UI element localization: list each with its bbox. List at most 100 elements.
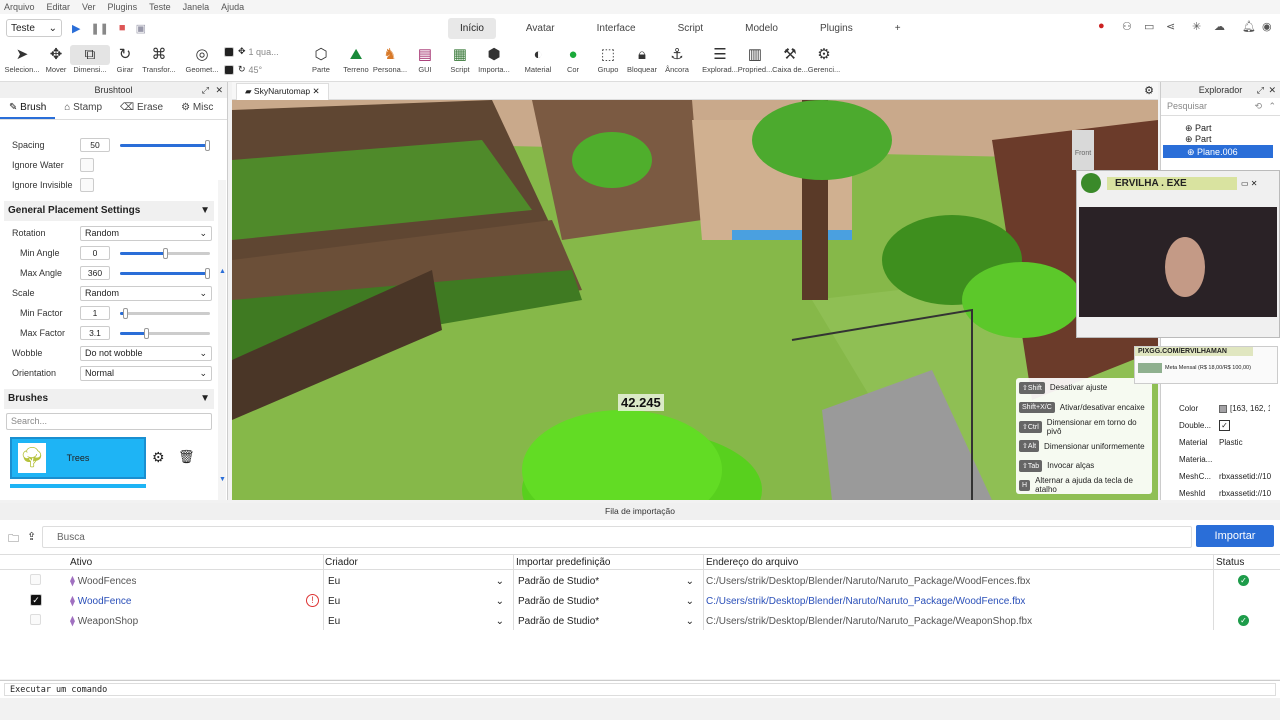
popout-icon[interactable]: ⤢ <box>202 82 209 98</box>
explorer-search-input[interactable]: Pesquisar ⟲ ⌃ <box>1161 98 1280 116</box>
tab-home[interactable]: Início <box>448 18 496 39</box>
move-snap-checkbox[interactable] <box>224 46 234 57</box>
color-button[interactable]: ● Cor <box>553 45 593 74</box>
tab-plugins[interactable]: Plugins <box>808 18 865 39</box>
play-icon[interactable]: ▶ <box>72 22 80 35</box>
slider-handle[interactable] <box>163 247 168 259</box>
tab-skynarutomap[interactable]: ▰ SkyNarutomap ✕ <box>236 83 329 100</box>
rotation-select[interactable]: Random ⌄ <box>80 225 212 241</box>
settings-icon[interactable]: ⚙ <box>1144 84 1154 97</box>
stop-icon[interactable]: ■ <box>119 22 126 34</box>
table-row[interactable]: ✓ ⧫ WoodFence ! Eu ⌄ Padrão de Studio* ⌄ C… <box>0 591 1280 611</box>
max-factor-input[interactable]: 3.1 <box>80 326 110 340</box>
min-factor-input[interactable]: 1 <box>80 306 110 320</box>
cloud-icon[interactable]: ☁ <box>1214 20 1225 33</box>
device-icon[interactable]: ▣ <box>136 22 146 35</box>
character-button[interactable]: ♞ Persona... <box>370 45 410 74</box>
slider-handle[interactable] <box>122 307 128 319</box>
add-tab-icon[interactable]: + <box>883 18 913 39</box>
explorer-item-selected[interactable]: ⊕ Plane.006 <box>1163 145 1273 158</box>
preset-select[interactable]: Padrão de Studio* ⌄ <box>518 573 694 589</box>
menu-file[interactable]: Arquivo <box>4 2 35 12</box>
column-status[interactable]: Status <box>1216 557 1244 568</box>
chevron-up-icon[interactable]: ⌃ <box>1268 101 1276 112</box>
command-input[interactable]: Executar um comando <box>4 683 1276 696</box>
transform-tool-button[interactable]: ⌘ Transfor... <box>139 45 179 74</box>
tab-stamp[interactable]: ⌂ Stamp <box>55 98 111 119</box>
history-icon[interactable]: ⟲ <box>1254 101 1262 112</box>
creator-select[interactable]: Eu ⌄ <box>328 573 504 589</box>
orientation-select[interactable]: Normal ⌄ <box>80 365 212 381</box>
import-search-input[interactable]: Busca <box>42 526 1192 548</box>
chat-icon[interactable]: ▭ <box>1144 20 1154 33</box>
property-value[interactable]: [163, 162, 1 <box>1230 404 1270 413</box>
max-angle-slider[interactable] <box>120 267 210 279</box>
preset-select[interactable]: Padrão de Studio* ⌄ <box>518 613 694 629</box>
slider-handle[interactable] <box>205 139 210 151</box>
material-button[interactable]: ◐ Material <box>518 45 558 74</box>
tab-erase[interactable]: ⌫ Erase <box>111 98 172 119</box>
tab-model[interactable]: Modelo <box>733 18 790 39</box>
import-button[interactable]: Importar <box>1196 525 1274 547</box>
ignore-water-checkbox[interactable] <box>80 158 94 172</box>
warning-icon[interactable]: ! <box>306 594 319 607</box>
menu-edit[interactable]: Editar <box>47 2 71 12</box>
scale-select[interactable]: Random ⌄ <box>80 285 212 301</box>
tab-brush[interactable]: ✎ Brush <box>0 98 56 119</box>
tab-script[interactable]: Script <box>666 18 716 39</box>
menu-test[interactable]: Teste <box>149 2 171 12</box>
collab-icon[interactable]: ✳ <box>1192 20 1201 33</box>
tab-avatar[interactable]: Avatar <box>514 18 567 39</box>
brush-tile-partial[interactable] <box>10 484 146 488</box>
ignore-invisible-checkbox[interactable] <box>80 178 94 192</box>
wobble-select[interactable]: Do not wobble ⌄ <box>80 345 212 361</box>
brushes-section[interactable]: Brushes ▼ <box>4 389 214 409</box>
max-angle-input[interactable]: 360 <box>80 266 110 280</box>
color-swatch[interactable] <box>1219 404 1227 413</box>
min-angle-slider[interactable] <box>120 247 210 259</box>
anchor-button[interactable]: ⚓︎ Âncora <box>657 45 697 74</box>
spacing-input[interactable]: 50 <box>80 138 110 152</box>
brush-search-input[interactable]: Search... <box>6 413 212 430</box>
creator-select[interactable]: Eu ⌄ <box>328 613 504 629</box>
explorer-item[interactable]: ⊕ Part <box>1161 131 1280 145</box>
gear-icon[interactable]: ⚙ <box>152 449 165 466</box>
asset-manager-button[interactable]: ⚙ Gerenci... <box>804 45 844 74</box>
geometry-button[interactable]: ◎ Geomet... <box>182 45 222 74</box>
close-icon[interactable]: ✕ <box>313 86 320 96</box>
column-creator[interactable]: Criador <box>325 557 358 568</box>
rotate-snap-control[interactable]: ↻ 45° <box>224 64 262 75</box>
lock-button[interactable]: 🔒︎ Bloquear <box>622 45 662 74</box>
row-checkbox-checked[interactable]: ✓ <box>30 594 42 606</box>
row-checkbox[interactable] <box>30 614 41 625</box>
gui-button[interactable]: ▤ GUI <box>405 45 445 74</box>
property-value[interactable]: rbxassetid://10 <box>1219 472 1271 481</box>
property-value[interactable]: Plastic <box>1219 438 1243 447</box>
table-row[interactable]: ⧫ WeaponShop Eu ⌄ Padrão de Studio* ⌄ C:/U… <box>0 611 1280 631</box>
creator-select[interactable]: Eu ⌄ <box>328 593 504 609</box>
column-asset[interactable]: Ativo <box>70 557 92 568</box>
min-factor-slider[interactable] <box>120 307 210 319</box>
brush-tile-trees[interactable]: 🌳︎ Trees <box>10 437 146 479</box>
column-path[interactable]: Endereço do arquivo <box>706 557 798 568</box>
record-icon[interactable]: ● <box>1098 20 1105 32</box>
explorer-button[interactable]: ☰ Explorad... <box>700 45 740 74</box>
preset-select[interactable]: Padrão de Studio* ⌄ <box>518 593 694 609</box>
scale-tool-button[interactable]: ⧉ Dimensi... <box>70 45 110 74</box>
menu-help[interactable]: Ajuda <box>221 2 244 12</box>
explorer-item[interactable]: ⊕ Part <box>1161 116 1280 133</box>
scroll-up-icon[interactable]: ▲ <box>219 268 226 275</box>
avatar-icon[interactable]: ◉ <box>1262 20 1272 33</box>
popout-icon[interactable]: ⤢ <box>1257 82 1264 98</box>
move-snap-control[interactable]: ✥ 1 qua... <box>224 46 279 57</box>
pause-icon[interactable]: ❚❚ <box>90 22 108 35</box>
min-angle-input[interactable]: 0 <box>80 246 110 260</box>
menu-plugins[interactable]: Plugins <box>108 2 138 12</box>
row-checkbox[interactable] <box>30 574 41 585</box>
spacing-slider[interactable] <box>120 139 210 151</box>
brushtool-scrollbar[interactable]: ▲ ▼ <box>218 180 226 500</box>
slider-handle[interactable] <box>205 267 210 279</box>
general-placement-section[interactable]: General Placement Settings ▼ <box>4 201 214 221</box>
place-select[interactable]: Teste ⌄ <box>6 19 62 37</box>
property-value[interactable]: rbxassetid://10 <box>1219 489 1271 498</box>
